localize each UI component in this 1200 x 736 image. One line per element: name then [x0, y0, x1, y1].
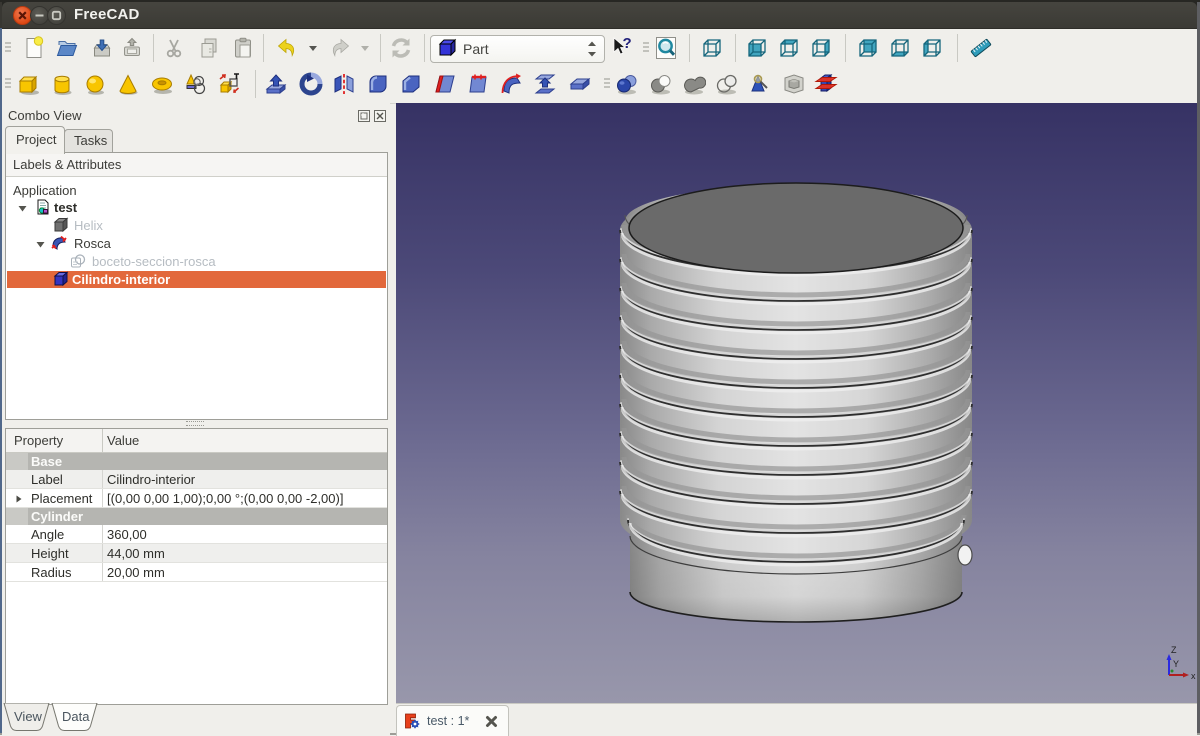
- svg-text:Data: Data: [62, 709, 90, 724]
- svg-text:x: x: [1191, 671, 1196, 681]
- svg-text:Z: Z: [1171, 645, 1177, 655]
- svg-text:?: ?: [623, 36, 632, 52]
- svg-text:Y: Y: [1173, 659, 1179, 669]
- svg-text:View: View: [14, 709, 43, 724]
